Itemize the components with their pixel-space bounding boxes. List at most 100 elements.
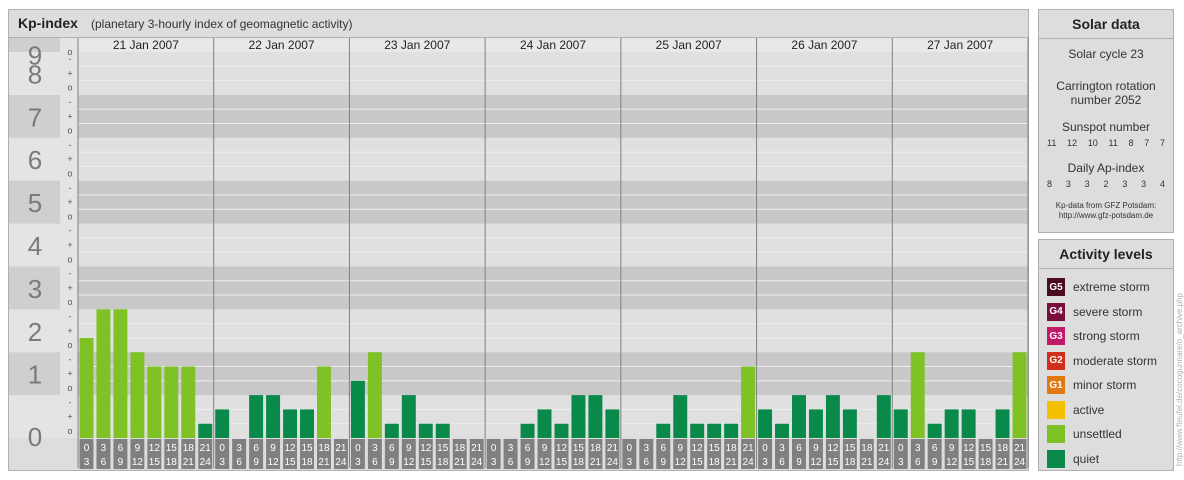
- g5-swatch: G5: [1047, 278, 1065, 297]
- kp-bar: [79, 337, 94, 438]
- credit-link[interactable]: http://www.gfz-potsdam.de: [1039, 211, 1173, 221]
- interval-start-label: 15: [166, 443, 178, 454]
- data-credit: Kp-data from GFZ Potsdam: http://www.gfz…: [1039, 201, 1173, 221]
- interval-start-label: 18: [183, 443, 195, 454]
- day-label: 24 Jan 2007: [520, 38, 586, 52]
- minor-tick-label: -: [69, 97, 72, 107]
- ap-value: 3: [1122, 179, 1128, 189]
- interval-start-label: 15: [437, 443, 449, 454]
- interval-start-label: 12: [284, 443, 296, 454]
- interval-end-label: 15: [420, 457, 432, 468]
- activity-levels-panel: Activity levels G5 extreme storm G4 seve…: [1038, 239, 1174, 471]
- interval-end-label: 21: [997, 457, 1009, 468]
- kp-band: [78, 223, 1028, 267]
- minor-tick-label: +: [67, 369, 72, 379]
- credit-line: Kp-data from GFZ Potsdam:: [1055, 201, 1157, 210]
- interval-end-label: 3: [627, 457, 633, 468]
- legend-label: extreme storm: [1073, 280, 1150, 295]
- legend-item-g3: G3 strong storm: [1047, 324, 1173, 349]
- quiet-swatch: [1047, 449, 1065, 468]
- interval-end-label: 15: [149, 457, 161, 468]
- legend-item-g5: G5 extreme storm: [1047, 275, 1173, 300]
- interval-start-label: 0: [491, 443, 497, 454]
- sunspot-value: 10: [1087, 138, 1098, 148]
- interval-start-label: 18: [861, 443, 873, 454]
- g2-swatch: G2: [1047, 351, 1065, 370]
- legend-label: strong storm: [1073, 329, 1140, 344]
- interval-start-label: 6: [118, 443, 124, 454]
- interval-start-label: 18: [318, 443, 330, 454]
- interval-start-label: 18: [726, 443, 738, 454]
- interval-start-label: 18: [454, 443, 466, 454]
- kp-bar: [215, 409, 230, 438]
- kp-bar: [690, 423, 705, 438]
- legend-label: severe storm: [1073, 304, 1143, 319]
- g3-swatch: G3: [1047, 327, 1065, 346]
- day-label: 25 Jan 2007: [656, 38, 722, 52]
- kp-bar: [537, 409, 552, 438]
- interval-start-label: 21: [743, 443, 755, 454]
- ap-value: 2: [1103, 179, 1109, 189]
- interval-end-label: 9: [525, 457, 531, 468]
- interval-end-label: 21: [183, 457, 195, 468]
- interval-end-label: 3: [762, 457, 768, 468]
- sunspot-value: 7: [1159, 138, 1165, 148]
- legend-label: quiet: [1073, 451, 1100, 466]
- interval-start-label: 9: [270, 443, 276, 454]
- interval-start-label: 9: [949, 443, 955, 454]
- legend-item-quiet: quiet: [1047, 447, 1173, 472]
- interval-end-label: 9: [389, 457, 395, 468]
- g1-swatch: G1: [1047, 376, 1065, 395]
- sunspot-label: Sunspot number: [1061, 120, 1151, 134]
- interval-end-label: 9: [253, 457, 259, 468]
- minor-tick-label: +: [67, 154, 72, 164]
- interval-end-label: 21: [861, 457, 873, 468]
- kp-bar: [130, 352, 145, 438]
- interval-end-label: 6: [644, 457, 650, 468]
- kp-bar: [995, 409, 1010, 438]
- kp-bar: [249, 395, 264, 438]
- interval-start-label: 12: [692, 443, 704, 454]
- kp-band: [78, 52, 1028, 95]
- interval-end-label: 9: [796, 457, 802, 468]
- interval-end-label: 18: [301, 457, 313, 468]
- kp-bar: [808, 409, 823, 438]
- interval-end-label: 24: [878, 457, 890, 468]
- watermark: http://www.fteufel.de/cocogunnare/o_arch…: [1175, 292, 1184, 466]
- kp-bar: [961, 409, 976, 438]
- y-tick-label: 0: [28, 422, 42, 452]
- ap-value: 3: [1141, 179, 1147, 189]
- y-tick-label: 5: [28, 188, 42, 218]
- interval-end-label: 12: [946, 457, 958, 468]
- interval-start-label: 6: [660, 443, 666, 454]
- sunspot-value: 11: [1047, 138, 1057, 148]
- watermark-text: http://www.fteufel.de/cocogunnare/o_arch…: [1175, 292, 1184, 466]
- minor-tick-label: +: [67, 197, 72, 207]
- activity-levels-title: Activity levels: [1039, 240, 1173, 269]
- solar-data-title: Solar data: [1039, 10, 1173, 39]
- interval-start-label: 12: [420, 443, 432, 454]
- interval-end-label: 3: [898, 457, 904, 468]
- interval-start-label: 18: [590, 443, 602, 454]
- legend-item-g1: G1 minor storm: [1047, 373, 1173, 398]
- interval-start-label: 15: [709, 443, 721, 454]
- legend-item-g2: G2 moderate storm: [1047, 349, 1173, 374]
- activity-legend: G5 extreme storm G4 severe storm G3 stro…: [1039, 269, 1173, 471]
- interval-start-label: 9: [406, 443, 412, 454]
- interval-start-label: 3: [644, 443, 650, 454]
- minor-tick-label: +: [67, 283, 72, 293]
- kp-bar: [181, 366, 196, 438]
- minor-tick-label: -: [69, 226, 72, 236]
- kp-bar: [520, 423, 535, 438]
- interval-start-label: 21: [200, 443, 212, 454]
- kp-bar: [605, 409, 620, 438]
- interval-end-label: 24: [743, 457, 755, 468]
- minor-tick-label: o: [67, 254, 72, 264]
- solar-data-panel: Solar data Solar cycle 23 Carrington rot…: [1038, 9, 1174, 233]
- minor-tick-label: +: [67, 68, 72, 78]
- legend-label: active: [1073, 402, 1105, 417]
- minor-tick-label: +: [67, 111, 72, 121]
- kp-bar: [164, 366, 179, 438]
- interval-start-label: 9: [677, 443, 683, 454]
- kp-bar: [317, 366, 331, 438]
